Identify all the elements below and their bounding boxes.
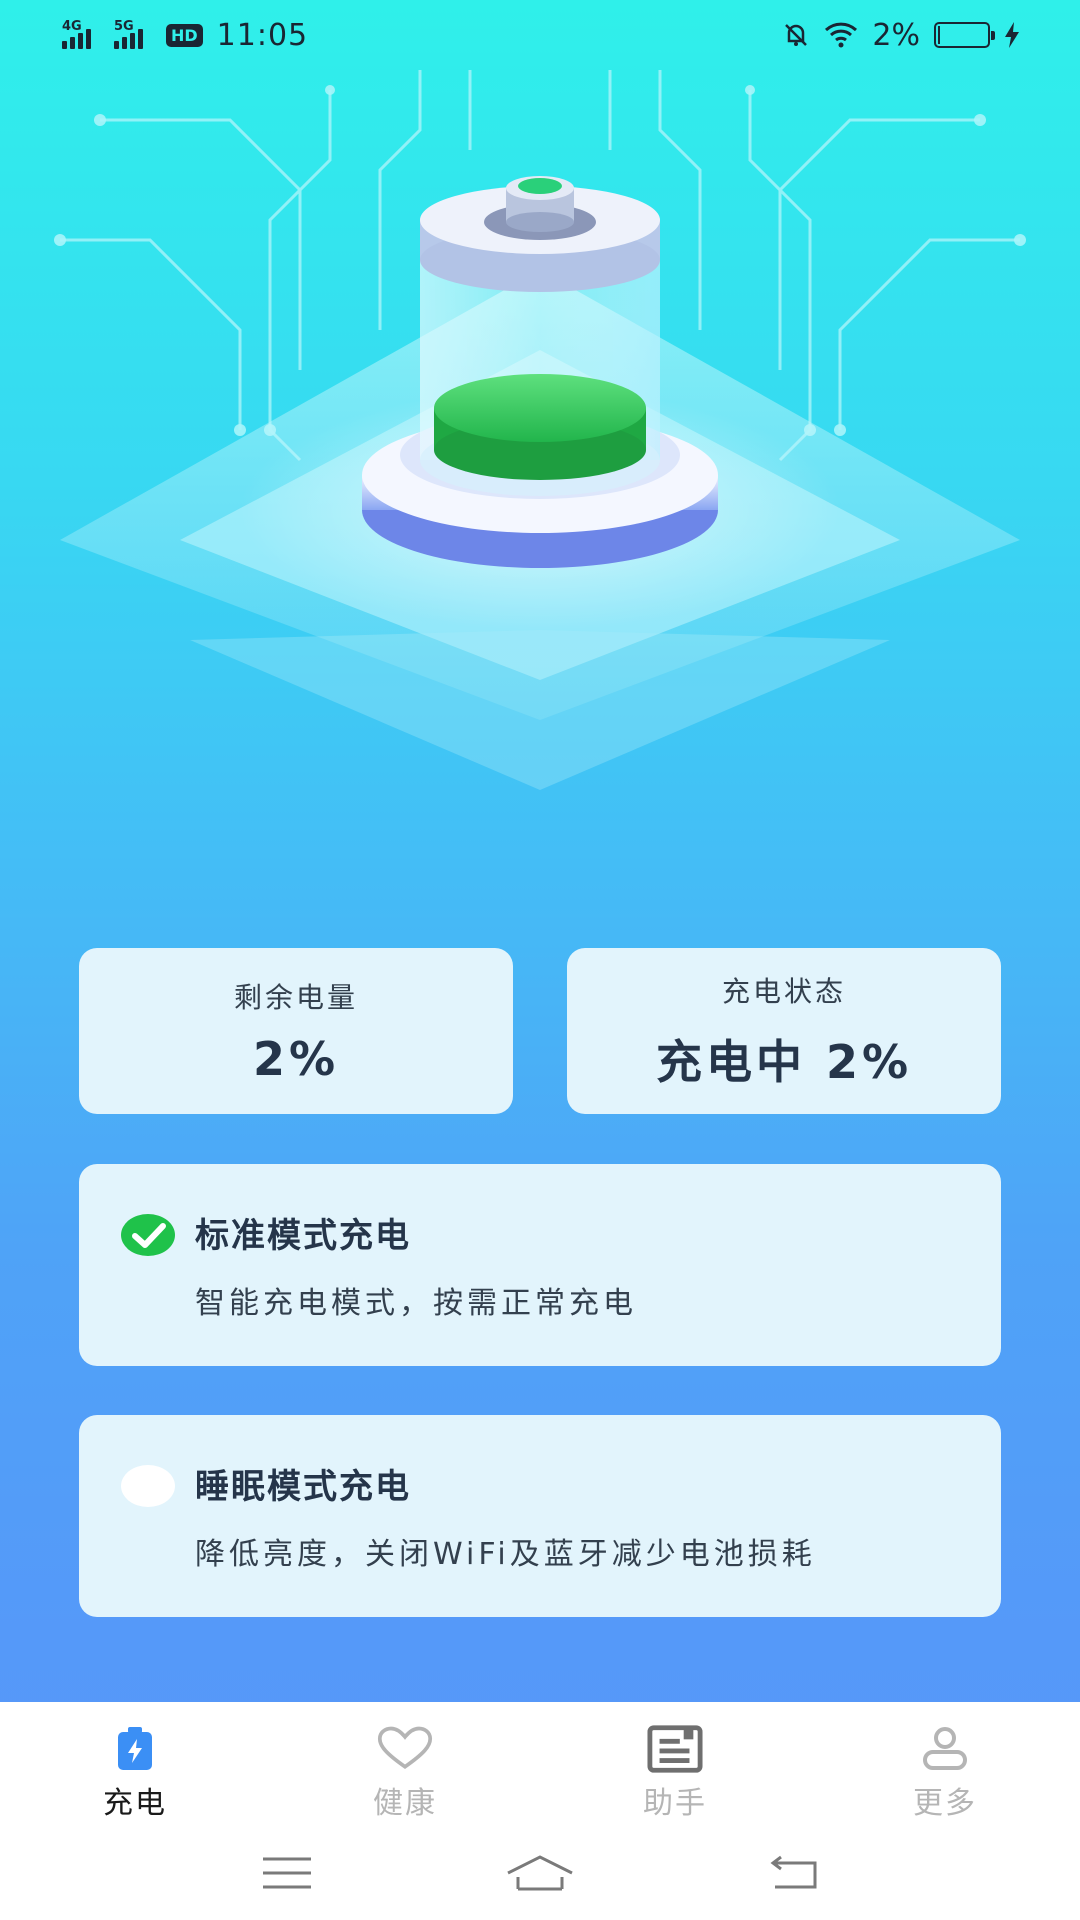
clock: 11:05 [216,17,309,53]
signal-4g-icon: 4G [62,19,100,49]
mode-description: 降低亮度，关闭WiFi及蓝牙减少电池损耗 [195,1537,816,1572]
bottom-tab-bar: 充电 健康 助手 更多 [0,1702,1080,1826]
checkmark-icon[interactable] [121,1214,175,1256]
tab-more[interactable]: 更多 [810,1702,1080,1826]
tab-charge[interactable]: 充电 [0,1702,270,1826]
assistant-icon [647,1724,703,1774]
status-value: 充电中 2% [655,1035,913,1089]
mode-card-standard[interactable]: 标准模式充电 智能充电模式，按需正常充电 [79,1164,1001,1366]
home-icon[interactable] [500,1848,580,1898]
tab-label: 健康 [373,1786,437,1821]
tab-label: 助手 [643,1786,707,1821]
network-type-label: 4G [62,19,82,34]
status-label: 充电状态 [721,975,846,1008]
unchecked-radio-icon[interactable] [121,1465,175,1507]
charging-status-card: 充电状态 充电中 2% [567,948,1001,1114]
remaining-value: 2% [252,1032,340,1086]
charging-bolt-icon [1005,22,1019,48]
remaining-label: 剩余电量 [233,981,358,1014]
battery-icon [934,22,995,48]
back-icon[interactable] [753,1848,833,1898]
hd-icon: HD [166,23,203,47]
battery-illustration [54,70,1026,790]
signal-5g-icon: 5G [114,19,152,49]
mode-title: 标准模式充电 [195,1216,411,1256]
system-nav-bar [0,1826,1080,1920]
tab-label: 更多 [913,1786,977,1821]
mute-bell-icon [785,24,808,46]
tab-health[interactable]: 健康 [270,1702,540,1826]
tab-label: 充电 [103,1786,167,1821]
charge-icon [107,1724,163,1774]
menu-icon[interactable] [247,1848,327,1898]
status-bar: 4G 5G HD 11:05 2% [0,0,1080,70]
mode-title: 睡眠模式充电 [195,1467,411,1507]
mode-card-sleep[interactable]: 睡眠模式充电 降低亮度，关闭WiFi及蓝牙减少电池损耗 [79,1415,1001,1617]
remaining-battery-card: 剩余电量 2% [79,948,513,1114]
battery-percent: 2% [872,17,920,53]
mode-description: 智能充电模式，按需正常充电 [195,1286,637,1321]
user-icon [917,1724,973,1774]
wifi-icon [825,22,858,48]
network-type-label: 5G [114,19,134,34]
tab-assistant[interactable]: 助手 [540,1702,810,1826]
heart-icon [377,1724,433,1774]
